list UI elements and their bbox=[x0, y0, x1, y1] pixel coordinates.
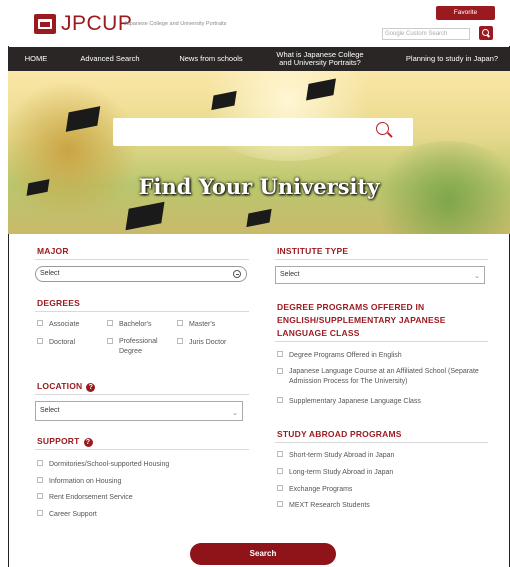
supplementary-language-checkbox[interactable]: Supplementary Japanese Language Class bbox=[277, 397, 421, 405]
major-title: MAJOR bbox=[37, 246, 69, 256]
nav-advanced-search[interactable]: Advanced Search bbox=[70, 47, 150, 71]
degree-masters-checkbox[interactable]: Master's bbox=[177, 320, 215, 328]
graduation-cap-icon bbox=[246, 208, 272, 228]
english-programs-checkbox[interactable]: Degree Programs Offered in English bbox=[277, 351, 402, 359]
nav-home[interactable]: HOME bbox=[16, 47, 56, 71]
site-search-input[interactable]: Google Custom Search bbox=[382, 28, 470, 40]
divider bbox=[275, 341, 488, 342]
divider bbox=[275, 259, 488, 260]
checkbox-label: Short-term Study Abroad in Japan bbox=[289, 452, 395, 459]
checkbox-label: Master's bbox=[189, 321, 216, 328]
exchange-programs-checkbox[interactable]: Exchange Programs bbox=[277, 485, 352, 493]
mext-students-checkbox[interactable]: MEXT Research Students bbox=[277, 501, 370, 509]
institute-type-select[interactable]: Select ⌄ bbox=[275, 266, 485, 284]
divider bbox=[275, 442, 488, 443]
location-title: LOCATION? bbox=[37, 381, 96, 392]
degree-programs-title: DEGREE PROGRAMS OFFERED IN ENGLISH/SUPPL… bbox=[277, 302, 446, 338]
divider bbox=[35, 394, 249, 395]
graduation-cap-icon bbox=[125, 201, 165, 231]
short-term-study-checkbox[interactable]: Short-term Study Abroad in Japan bbox=[277, 451, 394, 459]
checkbox-label: Long-term Study Abroad in Japan bbox=[289, 469, 394, 476]
institute-type-select-value: Select bbox=[280, 271, 300, 278]
support-title-text: SUPPORT bbox=[37, 436, 80, 446]
site-header: JPCUP Japanese College and University Po… bbox=[0, 0, 510, 46]
institute-type-title: INSTITUTE TYPE bbox=[277, 246, 349, 256]
location-select[interactable]: Select ⌄ bbox=[35, 401, 243, 421]
affiliated-language-course-checkbox[interactable]: Japanese Language Course at an Affiliate… bbox=[277, 367, 485, 387]
location-title-text: LOCATION bbox=[37, 381, 83, 391]
checkbox-label: Juris Doctor bbox=[189, 339, 227, 346]
long-term-study-checkbox[interactable]: Long-term Study Abroad in Japan bbox=[277, 468, 393, 476]
help-icon[interactable]: ? bbox=[86, 383, 96, 392]
major-select[interactable]: Select bbox=[35, 266, 247, 282]
chevron-down-icon: ⌄ bbox=[232, 410, 238, 417]
site-tagline: Japanese College and University Portrait… bbox=[124, 21, 227, 27]
hero-banner: Find Your University bbox=[8, 71, 510, 234]
site-logo[interactable]: JPCUP bbox=[61, 12, 132, 36]
checkbox-label: Japanese Language Course at an Affiliate… bbox=[289, 368, 479, 385]
hero-title: Find Your University bbox=[138, 174, 380, 199]
checkbox-label: Supplementary Japanese Language Class bbox=[289, 398, 421, 405]
divider bbox=[35, 449, 249, 450]
divider bbox=[35, 311, 249, 312]
search-icon[interactable] bbox=[479, 26, 493, 40]
favorite-button[interactable]: Favorite bbox=[436, 6, 495, 20]
hero-search-input[interactable] bbox=[113, 118, 413, 146]
checkbox-label: MEXT Research Students bbox=[289, 502, 370, 509]
logo-book-icon[interactable] bbox=[34, 14, 56, 34]
checkbox-label: Professional Degree bbox=[119, 338, 158, 355]
hero-background bbox=[188, 71, 388, 161]
degree-juris-doctor-checkbox[interactable]: Juris Doctor bbox=[177, 338, 226, 346]
nav-news[interactable]: News from schools bbox=[166, 47, 256, 71]
support-dormitories-checkbox[interactable]: Dormitories/School-supported Housing bbox=[37, 460, 169, 468]
checkbox-label: Dormitories/School-supported Housing bbox=[49, 461, 170, 468]
checkbox-label: Exchange Programs bbox=[289, 486, 353, 493]
degrees-title: DEGREES bbox=[37, 298, 80, 308]
plus-circle-icon[interactable] bbox=[233, 270, 241, 278]
checkbox-label: Doctoral bbox=[49, 339, 76, 346]
support-title: SUPPORT? bbox=[37, 436, 93, 447]
major-select-value: Select bbox=[40, 270, 60, 277]
support-housing-info-checkbox[interactable]: Information on Housing bbox=[37, 477, 121, 485]
degree-bachelors-checkbox[interactable]: Bachelor's bbox=[107, 320, 151, 328]
main-nav: HOME Advanced Search News from schools W… bbox=[8, 47, 510, 71]
chevron-down-icon: ⌄ bbox=[474, 273, 480, 280]
search-icon[interactable] bbox=[376, 122, 389, 135]
location-select-value: Select bbox=[40, 407, 60, 414]
checkbox-label: Rent Endorsement Service bbox=[49, 494, 133, 501]
nav-planning[interactable]: Planning to study in Japan? bbox=[396, 47, 508, 71]
degree-doctoral-checkbox[interactable]: Doctoral bbox=[37, 338, 75, 346]
help-icon[interactable]: ? bbox=[83, 438, 93, 447]
checkbox-label: Bachelor's bbox=[119, 321, 152, 328]
hero-background bbox=[8, 81, 138, 221]
support-career-checkbox[interactable]: Career Support bbox=[37, 510, 97, 518]
search-button[interactable]: Search bbox=[190, 543, 336, 565]
checkbox-label: Information on Housing bbox=[49, 478, 122, 485]
nav-about[interactable]: What is Japanese College and University … bbox=[270, 47, 370, 71]
study-abroad-title: STUDY ABROAD PROGRAMS bbox=[277, 429, 402, 439]
support-rent-endorsement-checkbox[interactable]: Rent Endorsement Service bbox=[37, 493, 133, 501]
divider bbox=[35, 259, 249, 260]
checkbox-label: Degree Programs Offered in English bbox=[289, 352, 402, 359]
checkbox-label: Associate bbox=[49, 321, 80, 328]
degree-associate-checkbox[interactable]: Associate bbox=[37, 320, 79, 328]
checkbox-label: Career Support bbox=[49, 511, 97, 518]
degree-professional-checkbox[interactable]: Professional Degree bbox=[107, 337, 173, 357]
